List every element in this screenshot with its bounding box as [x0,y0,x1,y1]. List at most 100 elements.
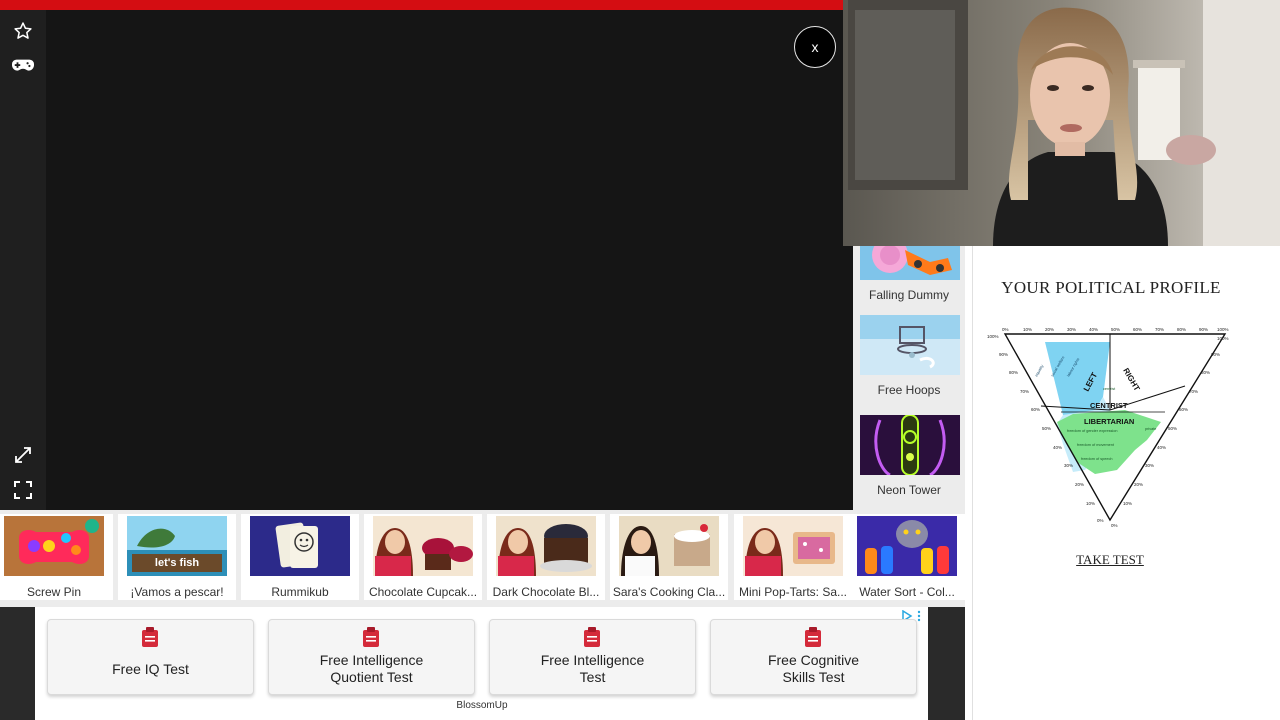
game-card-mini-pop-tarts[interactable]: Mini Pop-Tarts: Sa... [734,514,852,600]
panel-divider [972,246,973,720]
game-card-dark-chocolate[interactable]: Dark Chocolate Bl... [487,514,605,600]
political-triangle-diagram[interactable]: 0% 10% 20% 30% 40% 50% 60% 70% 80% 90% 1… [985,322,1235,532]
tick-label: 70% [1020,389,1029,394]
gamepad-icon [12,59,34,71]
tick-label: 20% [1134,482,1143,487]
tick-label: 80% [1177,327,1186,332]
tick-label: 10% [1086,501,1095,506]
game-title: Rummikub [271,585,329,599]
game-thumbnail [860,315,960,375]
ad-options-icon[interactable] [916,610,922,622]
game-title: Neon Tower [877,483,941,497]
expand-button[interactable] [8,440,38,470]
region-sublabel: freedom of speech [1081,457,1112,461]
close-button[interactable]: x [794,26,836,68]
game-canvas[interactable] [46,10,853,510]
games-strip: Screw Pin let's fish ¡Vamos a pescar! Ru… [0,510,966,607]
take-test-link[interactable]: TAKE TEST [1040,552,1180,568]
game-title: Free Hoops [877,383,941,397]
related-games-sidebar: Falling Dummy Free Hoops Neon Tower [853,246,965,510]
tick-label: 60% [1031,407,1040,412]
site-header-bar [0,0,843,10]
ad-button-label: Free Intelligence [319,652,424,668]
game-title: Water Sort - Col... [859,585,955,599]
tick-label: 0% [1111,523,1118,528]
ad-button-free-iq-test[interactable]: Free IQ Test [47,619,254,695]
region-sublabel: equality [1034,364,1044,377]
game-card-rummikub[interactable]: Rummikub [241,514,359,600]
ad-container: Free IQ Test Free Intelligence Quotient … [0,607,965,720]
game-title: Falling Dummy [868,288,949,302]
tick-label: 50% [1042,426,1051,431]
game-title: ¡Vamos a pescar! [130,585,224,599]
streamer-photo [843,0,1280,246]
tick-label: 30% [1145,463,1154,468]
region-label-centrist: CENTRIST [1090,401,1128,410]
tick-label: 60% [1133,327,1142,332]
game-card-screw-pin[interactable]: Screw Pin [0,514,113,600]
tick-label: 70% [1155,327,1164,332]
game-thumbnail [857,516,957,576]
tick-label: 40% [1157,445,1166,450]
game-card-saras-cooking-class[interactable]: Sara's Cooking Cla... [610,514,728,600]
ad-brand-name[interactable]: BlossomUp [435,700,529,711]
game-thumbnail [619,516,719,576]
favorite-button[interactable] [8,16,38,46]
ad-button-label: Skills Test [782,669,845,685]
game-card-vamos-a-pescar[interactable]: let's fish ¡Vamos a pescar! [118,514,236,600]
region-label-right: RIGHT [1121,367,1141,393]
game-thumbnail [743,516,843,576]
tick-label: 30% [1067,327,1076,332]
tick-label: 100% [987,334,999,339]
game-card-falling-dummy[interactable]: Falling Dummy [855,246,963,316]
left-toolbar [0,10,46,510]
tick-label: 0% [1097,518,1104,523]
game-thumbnail [860,415,960,475]
tick-label: 80% [1009,370,1018,375]
clipboard-icon [363,627,379,647]
game-title: Sara's Cooking Cla... [612,585,726,599]
ad-button-label: Free Cognitive [767,652,860,668]
game-card-water-sort[interactable]: Water Sort - Col... [848,514,966,600]
game-title: Mini Pop-Tarts: Sa... [738,585,848,599]
game-card-chocolate-cupcakes[interactable]: Chocolate Cupcak... [364,514,482,600]
games-button[interactable] [8,51,38,81]
ad-button-label: Free IQ Test [112,661,189,677]
tick-label: 80% [1201,370,1210,375]
fullscreen-icon [14,481,32,499]
fullscreen-button[interactable] [8,475,38,505]
tick-label: 100% [1217,336,1229,341]
ad-banner: Free IQ Test Free Intelligence Quotient … [35,607,928,720]
game-thumbnail [250,516,350,576]
close-icon: x [811,39,819,55]
ad-button-label: Test [579,669,606,685]
tick-label: 70% [1189,389,1198,394]
expand-icon [15,447,31,463]
tick-label: 20% [1075,482,1084,487]
ad-button-free-intelligence-test[interactable]: Free Intelligence Test [489,619,696,695]
game-title: Dark Chocolate Bl... [492,585,600,599]
game-thumbnail [860,246,960,280]
ad-button-label: Free Intelligence [540,652,645,668]
ad-button-free-intelligence-quotient-test[interactable]: Free Intelligence Quotient Test [268,619,475,695]
region-sublabel: freedom of gender expression [1067,429,1117,433]
ad-button-label: Quotient Test [330,669,413,685]
tick-label: 90% [1199,327,1208,332]
region-label-libertarian: LIBERTARIAN [1084,417,1134,426]
tick-label: 50% [1111,327,1120,332]
game-thumbnail: let's fish [127,516,227,576]
webcam-overlay [843,0,1280,246]
game-card-neon-tower[interactable]: Neon Tower [855,415,963,510]
game-card-free-hoops[interactable]: Free Hoops [855,315,963,411]
clipboard-icon [805,627,821,647]
tick-label: 90% [1211,352,1220,357]
region-sublabel: private [1145,427,1156,431]
tick-label: 40% [1053,445,1062,450]
region-sublabel: centrist [1103,387,1116,391]
ad-button-free-cognitive-skills-test[interactable]: Free Cognitive Skills Test [710,619,917,695]
tick-label: 0% [1002,327,1009,332]
tick-label: 90% [999,352,1008,357]
tick-label: 60% [1179,407,1188,412]
clipboard-icon [584,627,600,647]
tick-label: 10% [1023,327,1032,332]
